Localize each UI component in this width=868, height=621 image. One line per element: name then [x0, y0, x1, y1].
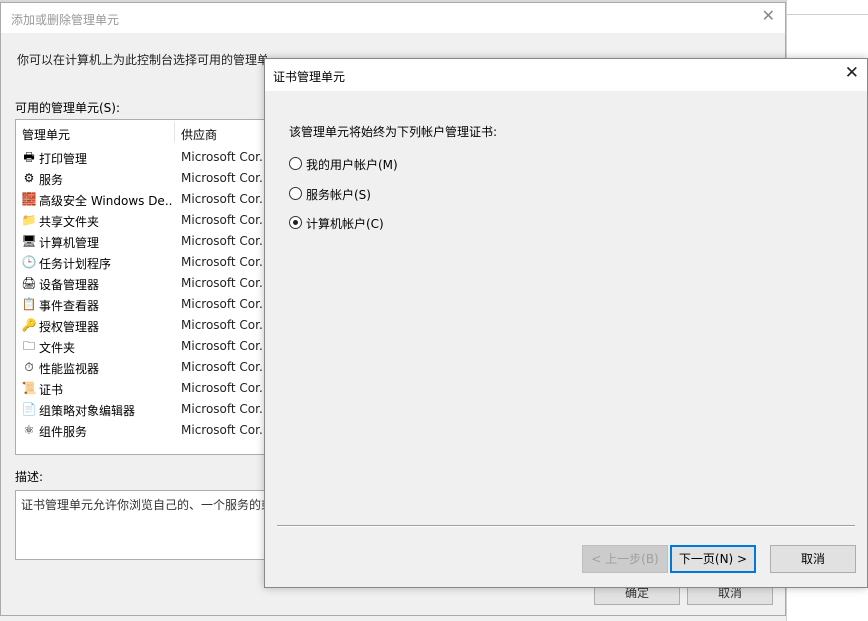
radio-button[interactable]: [289, 187, 302, 200]
account-prompt: 该管理单元将始终为下列帐户管理证书:: [289, 125, 498, 139]
close-icon[interactable]: ✕: [845, 65, 859, 82]
back-button[interactable]: < 上一步(B): [582, 545, 668, 573]
dialog-description: 你可以在计算机上为此控制台选择可用的管理单元并配置所选的一组管理单元。对于可扩展…: [17, 53, 267, 67]
dialog-titlebar: 添加或删除管理单元 ✕: [1, 3, 785, 33]
available-snapins-label: 可用的管理单元(S):: [15, 101, 121, 115]
performance-gauge-icon: ⏱: [24, 360, 34, 374]
cancel-button[interactable]: 取消: [770, 545, 856, 573]
list-item[interactable]: ⚙ 服务 Microsoft Cor...: [16, 168, 266, 189]
description-label: 描述:: [15, 470, 44, 484]
component-services-icon: ⚛: [23, 423, 35, 437]
list-item[interactable]: 📋 事件查看器 Microsoft Cor...: [16, 294, 266, 315]
radio-button[interactable]: [289, 157, 302, 170]
list-item[interactable]: 🔑 授权管理器 Microsoft Cor...: [16, 315, 266, 336]
list-item[interactable]: 📄 组策略对象编辑器 Microsoft Cor...: [16, 399, 266, 420]
event-log-icon: 📋: [21, 297, 37, 311]
shared-folder-icon: 📁: [21, 213, 37, 227]
close-icon[interactable]: ✕: [762, 8, 775, 24]
list-item[interactable]: 🗀 文件夹 Microsoft Cor...: [16, 336, 266, 357]
next-button[interactable]: 下一页(N) >: [670, 545, 756, 573]
background-divider: [786, 14, 868, 15]
dialog-title: 证书管理单元: [273, 70, 346, 84]
folder-icon: 🗀: [22, 339, 35, 353]
radio-button-selected[interactable]: [289, 216, 302, 229]
description-box: 证书管理单元允许你浏览自己的、一个服务的或: [15, 490, 267, 560]
firewall-icon: 🧱: [21, 192, 37, 206]
gear-icon: ⚙: [23, 171, 35, 185]
column-header-vendor[interactable]: 供应商: [181, 126, 217, 143]
dialog-titlebar: 证书管理单元 ✕: [265, 59, 867, 91]
certificates-snapin-dialog: 证书管理单元 ✕ 该管理单元将始终为下列帐户管理证书: 我的用户帐户(M) 服务…: [264, 58, 868, 588]
dialog-title: 添加或删除管理单元: [11, 13, 120, 27]
list-item[interactable]: 🖶 打印管理 Microsoft Cor...: [16, 147, 266, 168]
authorization-icon: 🔑: [21, 318, 37, 332]
computer-icon: 🖥: [21, 234, 37, 248]
list-item[interactable]: 🖥 计算机管理 Microsoft Cor...: [16, 231, 266, 252]
list-header: 管理单元 供应商: [16, 120, 266, 144]
divider-highlight: [277, 526, 855, 527]
list-item[interactable]: 🧱 高级安全 Windows De... Microsoft Cor...: [16, 189, 266, 210]
clock-icon: 🕒: [21, 255, 37, 269]
device-icon: 🖨: [21, 276, 37, 290]
radio-dot: [293, 220, 298, 225]
snapins-list[interactable]: 管理单元 供应商 🖶 打印管理 Microsoft Cor... ⚙ 服务 Mi…: [15, 119, 267, 455]
list-item[interactable]: ⚛ 组件服务 Microsoft Cor...: [16, 420, 266, 441]
column-header-name[interactable]: 管理单元: [22, 126, 70, 143]
description-text: 证书管理单元允许你浏览自己的、一个服务的或: [21, 498, 267, 512]
certificate-icon: 📜: [21, 381, 37, 395]
printer-icon: 🖶: [23, 150, 35, 164]
list-item[interactable]: 🕒 任务计划程序 Microsoft Cor...: [16, 252, 266, 273]
list-item[interactable]: 🖨 设备管理器 Microsoft Cor...: [16, 273, 266, 294]
list-item[interactable]: 📁 共享文件夹 Microsoft Cor...: [16, 210, 266, 231]
list-item[interactable]: ⏱ 性能监视器 Microsoft Cor...: [16, 357, 266, 378]
column-separator[interactable]: [174, 122, 175, 142]
list-item[interactable]: 📜 证书 Microsoft Cor...: [16, 378, 266, 399]
policy-document-icon: 📄: [21, 402, 37, 416]
